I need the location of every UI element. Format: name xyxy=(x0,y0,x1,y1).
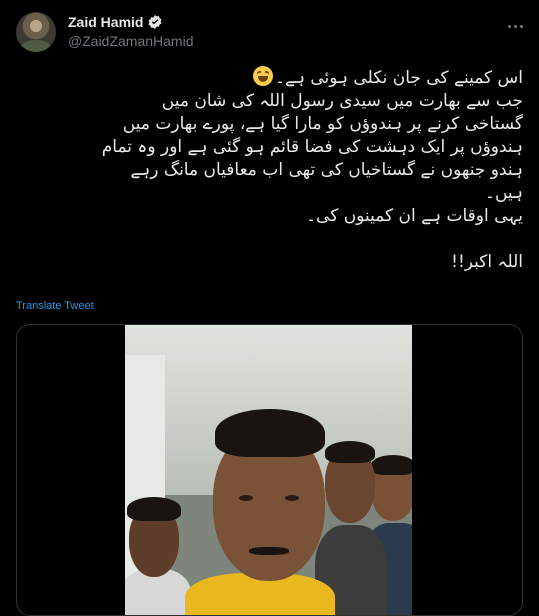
tweet-video[interactable] xyxy=(16,324,523,616)
tweet-line: ہندوؤں پر ایک دہشت کی فضا قائم ہو گئی ہے… xyxy=(101,137,523,157)
tweet-line: یہی اوقات ہے ان کمینوں کی۔ xyxy=(306,206,523,226)
more-options-icon[interactable] xyxy=(505,16,525,36)
author-name[interactable]: Zaid Hamid xyxy=(68,14,143,30)
tweet-line: ہندو جنھوں نے گستاخیاں کی تھی اب معافیاں… xyxy=(130,160,523,180)
video-frame xyxy=(125,325,412,615)
author-avatar[interactable] xyxy=(16,12,56,52)
rolling-on-floor-laughing-emoji xyxy=(253,66,274,86)
tweet-line: گستاخی کرنے پر ہندوؤں کو مارا گیا ہے، پو… xyxy=(122,114,523,134)
translate-tweet-link[interactable]: Translate Tweet xyxy=(16,300,94,312)
tweet-text: اس کمینے کی جان نکلی ہوئی ہے۔ جب سے بھار… xyxy=(16,66,523,274)
author-name-row[interactable]: Zaid Hamid xyxy=(68,14,163,30)
verified-badge-icon xyxy=(149,15,162,29)
author-handle[interactable]: @ZaidZamanHamid xyxy=(68,33,193,49)
tweet-line: اللہ اکبر!! xyxy=(451,252,523,272)
tweet-line: جب سے بھارت میں سیدی رسول اللہ کی شان می… xyxy=(161,91,523,111)
avatar-figure xyxy=(20,40,52,52)
tweet-line: اس کمینے کی جان نکلی ہوئی ہے۔ xyxy=(16,66,523,90)
tweet-line: ہیں۔ xyxy=(485,183,523,203)
